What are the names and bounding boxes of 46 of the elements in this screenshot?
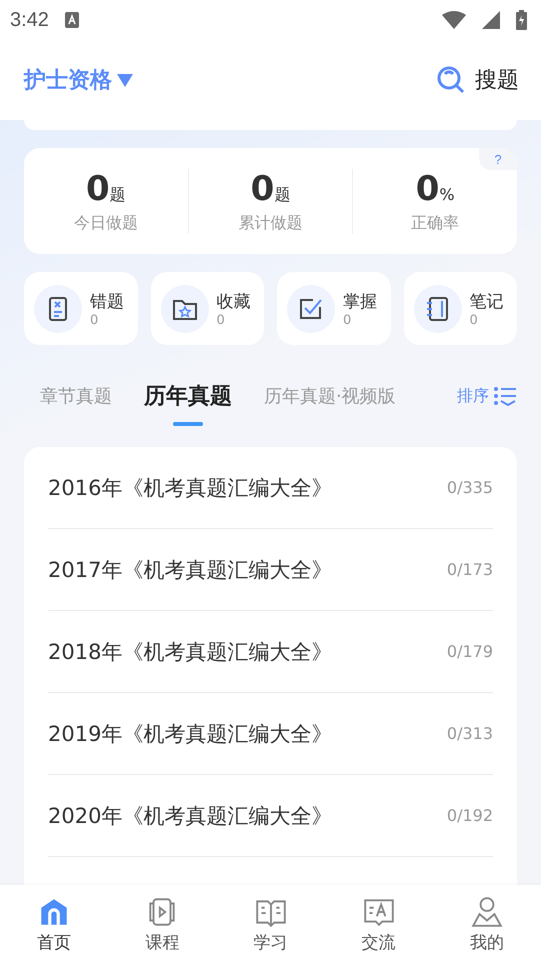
shortcut-card[interactable]: 错题 0 [24, 272, 138, 345]
wrong-answer-icon [34, 284, 82, 332]
paper-title[interactable]: 2019年《机考真题汇编大全》 [48, 720, 332, 748]
shortcut-card[interactable]: 收藏 0 [150, 272, 264, 345]
search-button[interactable]: 搜题 [437, 65, 519, 95]
notebook-icon [414, 284, 462, 332]
paper-title[interactable]: 2016年《机考真题汇编大全》 [48, 474, 332, 502]
nav-tab[interactable]: 交流 [324, 885, 433, 963]
shortcut-card[interactable]: 笔记 0 [404, 272, 517, 345]
paper-title[interactable]: 2017年《机考真题汇编大全》 [48, 556, 332, 584]
shortcut-count: 0 [90, 312, 100, 328]
nav-tab[interactable]: 我的 [432, 885, 541, 963]
nav-tab[interactable]: 首页 [0, 885, 108, 963]
stat-value: 0 [86, 168, 110, 208]
shortcut-label: 错题 [90, 290, 124, 312]
paper-title[interactable]: 2018年《机考真题汇编大全》 [48, 638, 332, 666]
shortcut-label: 收藏 [216, 290, 250, 312]
stat-value: 0 [250, 168, 274, 208]
shortcut-label: 掌握 [343, 290, 377, 312]
person-icon [470, 894, 504, 928]
paper-title[interactable]: 2020年《机考真题汇编大全》 [48, 802, 332, 830]
nav-tab[interactable]: 学习 [216, 885, 325, 963]
search-icon [437, 66, 465, 94]
nav-tab[interactable]: 课程 [108, 885, 216, 963]
notification-icon [64, 12, 79, 28]
stat-label: 今日做题 [74, 212, 138, 234]
status-time: 3:42 [10, 8, 49, 32]
shortcut-count: 0 [343, 312, 352, 328]
stat-label: 累计做题 [238, 212, 302, 234]
shortcut-label: 笔记 [470, 290, 504, 312]
caret-icon [116, 72, 134, 88]
stat-label: 正确率 [411, 212, 460, 234]
shortcut-card[interactable]: 掌握 0 [277, 272, 390, 345]
star-folder-icon [160, 284, 208, 332]
shortcut-count: 0 [470, 312, 479, 328]
stat-unit: 题 [110, 184, 126, 206]
signal-icon [482, 11, 500, 29]
battery-icon [516, 10, 527, 30]
checkbox-icon [287, 284, 335, 332]
shortcut-count: 0 [216, 312, 226, 328]
stat-value: 0 [416, 168, 440, 208]
stat-unit: % [439, 184, 455, 204]
stat-unit: 题 [274, 184, 290, 206]
list-icon [493, 386, 517, 406]
tab[interactable]: 历年真题 [128, 366, 248, 426]
wifi-icon [442, 11, 466, 29]
